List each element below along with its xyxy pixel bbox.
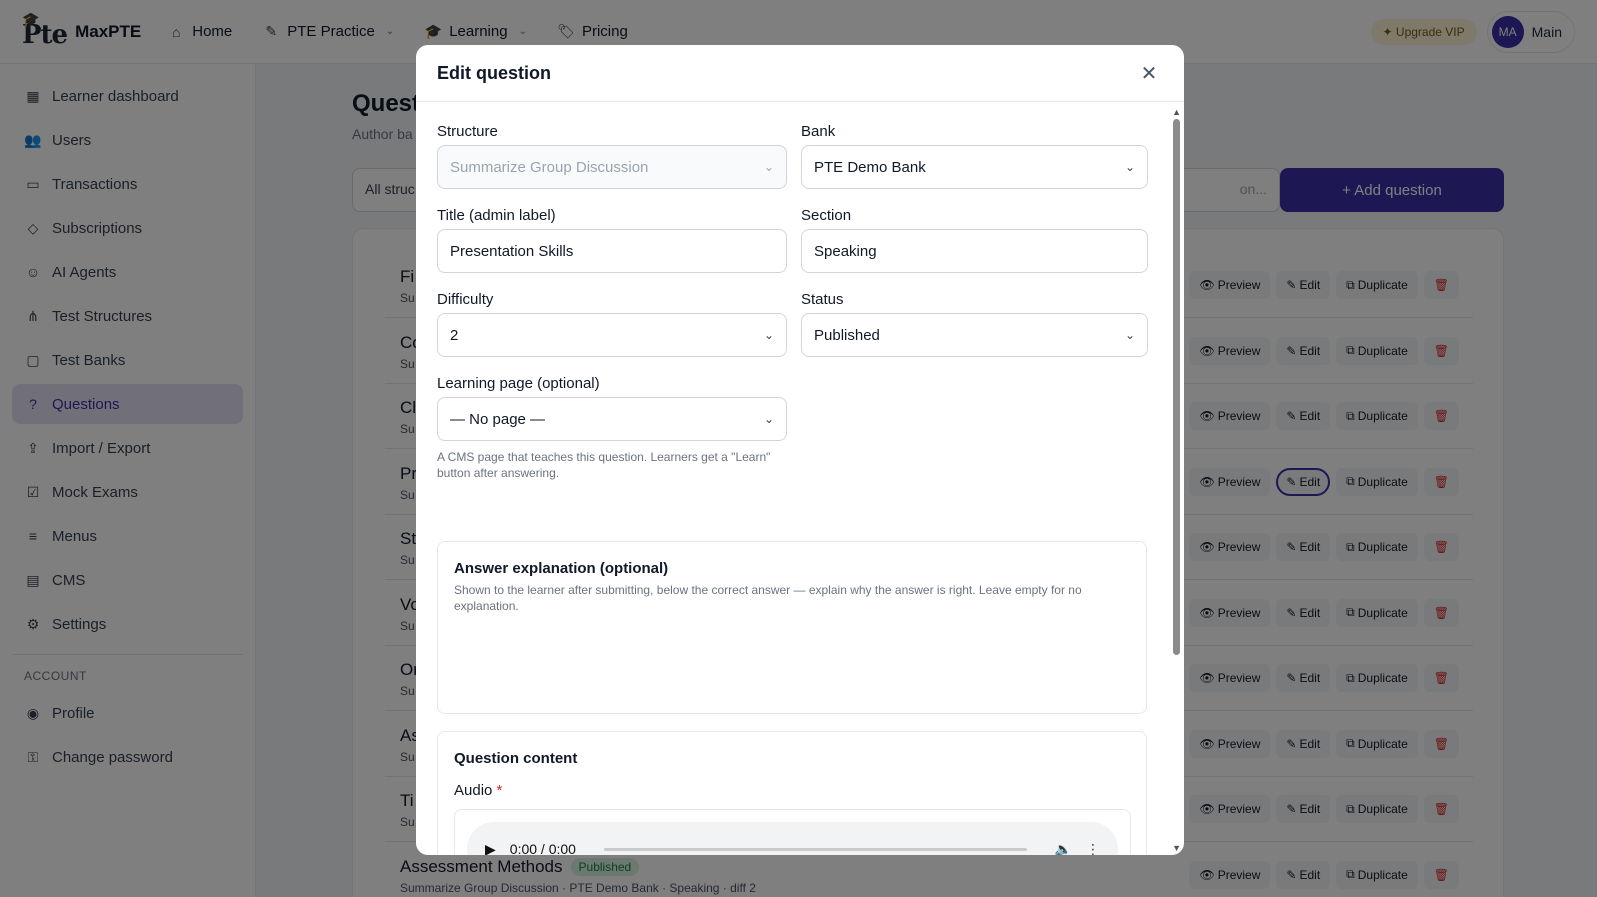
question-content-panel: Question content Audio * ▶ 0:00 / 0:00 🔈… xyxy=(437,731,1147,855)
section-value: Speaking xyxy=(814,242,877,260)
difficulty-select[interactable]: 2 ⌄ xyxy=(437,313,787,357)
required-mark: * xyxy=(496,782,503,799)
audio-label-text: Audio xyxy=(454,782,493,799)
learning-page-helper: A CMS page that teaches this question. L… xyxy=(437,450,771,480)
audio-player: ▶ 0:00 / 0:00 🔈 ⋮ xyxy=(467,822,1118,855)
status-select[interactable]: Published ⌄ xyxy=(801,313,1148,357)
difficulty-value: 2 xyxy=(450,326,459,344)
question-content-title: Question content xyxy=(454,750,578,767)
chevron-down-icon: ⌄ xyxy=(1124,328,1135,342)
scroll-up-arrow-icon[interactable]: ▲ xyxy=(1172,107,1181,117)
chevron-down-icon: ⌄ xyxy=(763,160,774,174)
learning-page-value: — No page — xyxy=(450,410,546,428)
title-input[interactable]: Presentation Skills xyxy=(437,229,787,273)
scrollbar-thumb[interactable] xyxy=(1173,119,1180,655)
answer-explanation-title: Answer explanation (optional) xyxy=(454,560,669,577)
audio-time: 0:00 / 0:00 xyxy=(509,841,576,855)
status-value: Published xyxy=(814,326,880,344)
title-label: Title (admin label) xyxy=(437,207,556,224)
answer-explanation-editor[interactable] xyxy=(454,622,1131,702)
difficulty-label: Difficulty xyxy=(437,291,494,308)
close-icon[interactable]: ✕ xyxy=(1137,61,1161,85)
learning-page-label: Learning page (optional) xyxy=(437,375,600,392)
play-icon[interactable]: ▶ xyxy=(485,841,496,856)
audio-label: Audio * xyxy=(454,782,502,799)
section-label: Section xyxy=(801,207,852,224)
audio-progress-slider[interactable] xyxy=(603,847,1027,851)
scroll-down-arrow-icon[interactable]: ▼ xyxy=(1172,843,1181,853)
title-value: Presentation Skills xyxy=(450,242,574,260)
chevron-down-icon: ⌄ xyxy=(763,412,774,426)
edit-question-modal: Edit question ✕ Structure Summarize Grou… xyxy=(416,45,1184,855)
modal-title: Edit question xyxy=(437,62,551,83)
answer-explanation-panel: Answer explanation (optional) Shown to t… xyxy=(437,541,1147,714)
bank-value: PTE Demo Bank xyxy=(814,158,926,176)
answer-explanation-description: Shown to the learner after submitting, b… xyxy=(454,583,1082,613)
volume-icon[interactable]: 🔈 xyxy=(1055,841,1072,856)
audio-field: ▶ 0:00 / 0:00 🔈 ⋮ xyxy=(454,809,1131,855)
bank-label: Bank xyxy=(801,123,836,140)
chevron-down-icon: ⌄ xyxy=(1124,160,1135,174)
modal-header: Edit question ✕ xyxy=(416,45,1184,102)
structure-select: Summarize Group Discussion ⌄ xyxy=(437,145,787,189)
bank-select[interactable]: PTE Demo Bank ⌄ xyxy=(801,145,1148,189)
learning-page-select[interactable]: — No page — ⌄ xyxy=(437,397,787,441)
more-vertical-icon[interactable]: ⋮ xyxy=(1086,841,1100,856)
modal-scrollbar[interactable]: ▲ ▼ xyxy=(1170,103,1184,855)
structure-label: Structure xyxy=(437,123,498,140)
status-label: Status xyxy=(801,291,844,308)
structure-value: Summarize Group Discussion xyxy=(450,158,649,176)
modal-body: Structure Summarize Group Discussion ⌄ B… xyxy=(416,103,1184,855)
section-input[interactable]: Speaking xyxy=(801,229,1148,273)
chevron-down-icon: ⌄ xyxy=(763,328,774,342)
